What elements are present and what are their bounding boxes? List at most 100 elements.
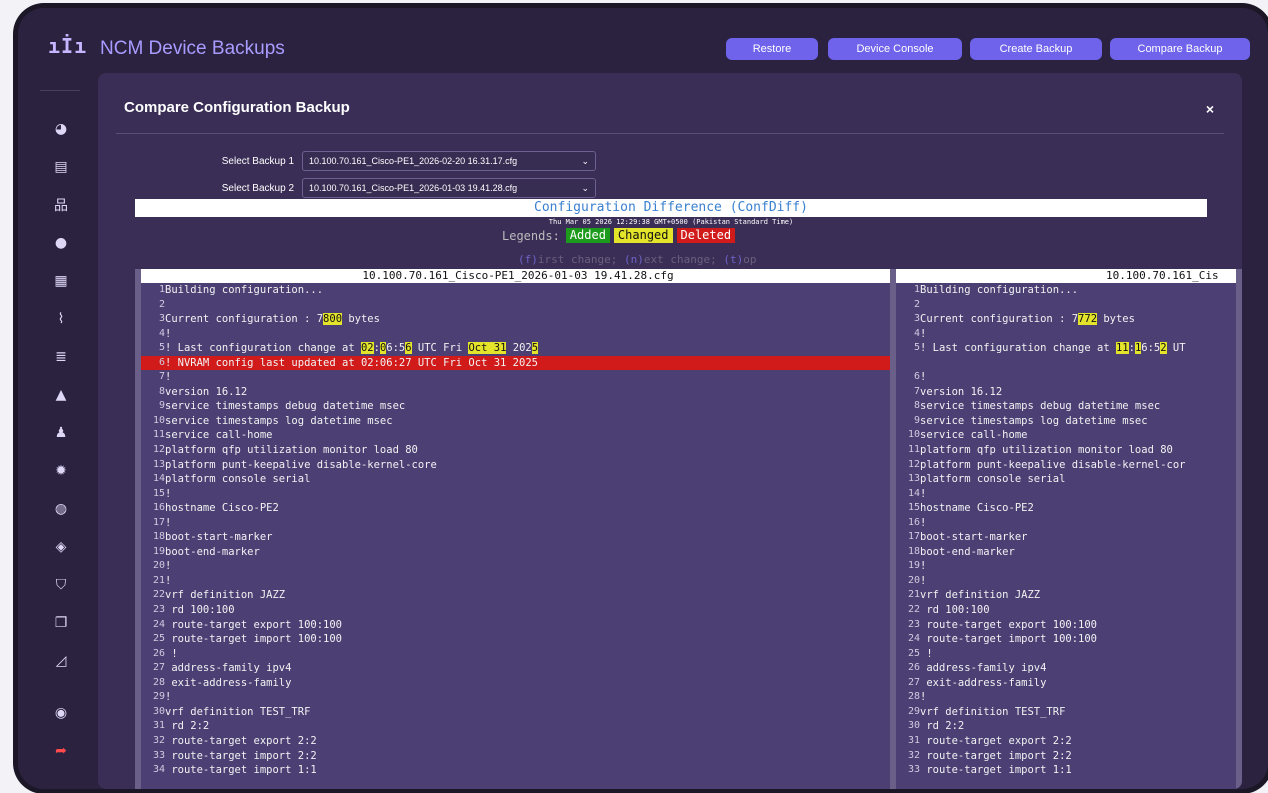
- first-change-link[interactable]: (f): [518, 253, 538, 266]
- changed-text: 02: [360, 342, 374, 355]
- legend-changed: Changed: [613, 228, 673, 243]
- line-text: route-target import 1:1: [920, 763, 1071, 778]
- profile-icon[interactable]: ◉: [52, 704, 70, 722]
- line-text: service timestamps log datetime msec: [165, 414, 393, 429]
- line-segment: !: [920, 516, 927, 529]
- line-text: rd 100:100: [920, 603, 990, 618]
- diff-line: 13 platform console serial: [896, 472, 1236, 487]
- chart-icon[interactable]: ⌇: [52, 310, 70, 328]
- line-number: 21: [152, 574, 165, 586]
- cube-icon[interactable]: ◈: [52, 538, 70, 556]
- top-bar: NCM Device Backups Restore Device Consol…: [98, 30, 1268, 70]
- line-number: 31: [152, 720, 165, 732]
- line-segment: !: [165, 560, 172, 573]
- line-segment: !: [165, 574, 172, 587]
- line-number: 9: [158, 400, 165, 412]
- legend-label: Legends:: [502, 228, 560, 243]
- line-text: route-target import 100:100: [165, 632, 342, 647]
- document-icon[interactable]: ▤: [52, 158, 70, 176]
- line-number: 12: [152, 444, 165, 456]
- compare-backup-button[interactable]: Compare Backup: [1110, 38, 1250, 60]
- diff-line: 6!: [896, 370, 1236, 385]
- right-file-header: 10.100.70.161_Cis: [896, 269, 1236, 283]
- diff-line: 23 route-target export 100:100: [896, 618, 1236, 633]
- wrench-icon[interactable]: ●: [52, 234, 70, 252]
- restore-button[interactable]: Restore: [726, 38, 818, 60]
- line-number: 33: [152, 749, 165, 761]
- copy-icon[interactable]: ❐: [52, 614, 70, 632]
- line-segment: route-target import 100:100: [920, 633, 1098, 646]
- database-icon[interactable]: ≣: [52, 348, 70, 366]
- next-change-link[interactable]: (n): [624, 253, 644, 266]
- line-segment: route-target export 100:100: [165, 618, 343, 631]
- top-link[interactable]: (t): [723, 253, 743, 266]
- line-number: 24: [152, 618, 165, 630]
- network-icon[interactable]: 品: [52, 196, 70, 214]
- warning-icon[interactable]: ▲: [52, 386, 70, 404]
- diff-line: 19 boot-end-marker: [141, 545, 895, 560]
- line-text: !: [165, 516, 171, 531]
- line-segment: vrf definition TEST_TRF: [920, 705, 1066, 718]
- diff-line: 17 boot-start-marker: [896, 530, 1236, 545]
- diff-line: 31 route-target export 2:2: [896, 734, 1236, 749]
- diff-line: 17!: [141, 516, 895, 531]
- line-text: service timestamps debug datetime msec: [920, 399, 1160, 414]
- line-text: route-target export 2:2: [165, 734, 316, 749]
- diff-line: 13 platform punt-keepalive disable-kernel…: [141, 458, 895, 473]
- shield-icon[interactable]: ⛉: [52, 576, 70, 594]
- line-number: 32: [152, 734, 165, 746]
- select-backup-1-dropdown[interactable]: 10.100.70.161_Cisco-PE1_2026-02-20 16.31…: [302, 151, 596, 171]
- line-segment: address-family ipv4: [165, 662, 292, 675]
- change-navigation: (f)irst change; (n)ext change; (t)op: [518, 253, 756, 266]
- diff-line: 5! Last configuration change at 02:06:56…: [141, 341, 895, 356]
- line-number: 31: [907, 734, 920, 746]
- gear-icon[interactable]: ✹: [52, 462, 70, 480]
- diff-line: 12 platform punt-keepalive disable-kernel…: [896, 458, 1236, 473]
- line-number: 15: [907, 502, 920, 514]
- diff-line: 16 hostname Cisco-PE2: [141, 501, 895, 516]
- line-number: 3: [158, 313, 165, 325]
- page-title: NCM Device Backups: [100, 38, 285, 59]
- line-text: !: [920, 559, 926, 574]
- line-number: 19: [907, 560, 920, 572]
- line-text: platform punt-keepalive disable-kernel-c…: [920, 458, 1186, 473]
- left-file-header: 10.100.70.161_Cisco-PE1_2026-01-03 19.41…: [141, 269, 895, 283]
- line-text: platform qfp utilization monitor load 80: [165, 443, 418, 458]
- line-text: boot-end-marker: [165, 545, 260, 560]
- line-number: 27: [907, 676, 920, 688]
- dashboard-icon[interactable]: ◕: [52, 120, 70, 138]
- line-text: !: [165, 690, 171, 705]
- line-segment: rd 100:100: [920, 604, 990, 617]
- line-text: !: [920, 574, 926, 589]
- diff-line: 2: [141, 298, 895, 313]
- table-icon[interactable]: ▦: [52, 272, 70, 290]
- line-text: ! NVRAM config last updated at 02:06:27 …: [165, 356, 538, 371]
- create-backup-button[interactable]: Create Backup: [970, 38, 1102, 60]
- line-number: 12: [907, 458, 920, 470]
- globe-icon[interactable]: ◍: [52, 500, 70, 518]
- diff-line: 34 route-target import 1:1: [141, 763, 895, 778]
- diff-line: 3 Current configuration : 7772 bytes: [896, 312, 1236, 327]
- select-backup-2-label: Select Backup 2: [221, 182, 294, 194]
- line-number: 14: [907, 487, 920, 499]
- left-diff-pane[interactable]: 10.100.70.161_Cisco-PE1_2026-01-03 19.41…: [135, 269, 901, 789]
- diff-line: 12 platform qfp utilization monitor load …: [141, 443, 895, 458]
- device-console-button[interactable]: Device Console: [828, 38, 962, 60]
- diff-line: 27 exit-address-family: [896, 676, 1236, 691]
- line-segment: vrf definition TEST_TRF: [165, 705, 311, 718]
- logout-icon[interactable]: ➦: [52, 742, 70, 760]
- diff-line: 5! Last configuration change at 11:16:52…: [896, 341, 1236, 356]
- close-icon[interactable]: ×: [1206, 101, 1214, 117]
- diff-line: 33 route-target import 1:1: [896, 763, 1236, 778]
- select-backup-2-dropdown[interactable]: 10.100.70.161_Cisco-PE1_2026-01-03 19.41…: [302, 178, 596, 198]
- graph-icon[interactable]: ◿: [52, 652, 70, 670]
- line-text: service call-home: [920, 428, 1027, 443]
- modal-divider: [116, 133, 1224, 134]
- right-diff-pane[interactable]: 10.100.70.161_Cis 1 Building configuratio…: [890, 269, 1242, 789]
- line-text: !: [165, 559, 171, 574]
- line-number: 18: [907, 545, 920, 557]
- user-icon[interactable]: ♟: [52, 424, 70, 442]
- line-segment: platform punt-keepalive disable-kernel-c…: [165, 458, 437, 471]
- diff-line: 27 address-family ipv4: [141, 661, 895, 676]
- line-number: 9: [913, 414, 920, 426]
